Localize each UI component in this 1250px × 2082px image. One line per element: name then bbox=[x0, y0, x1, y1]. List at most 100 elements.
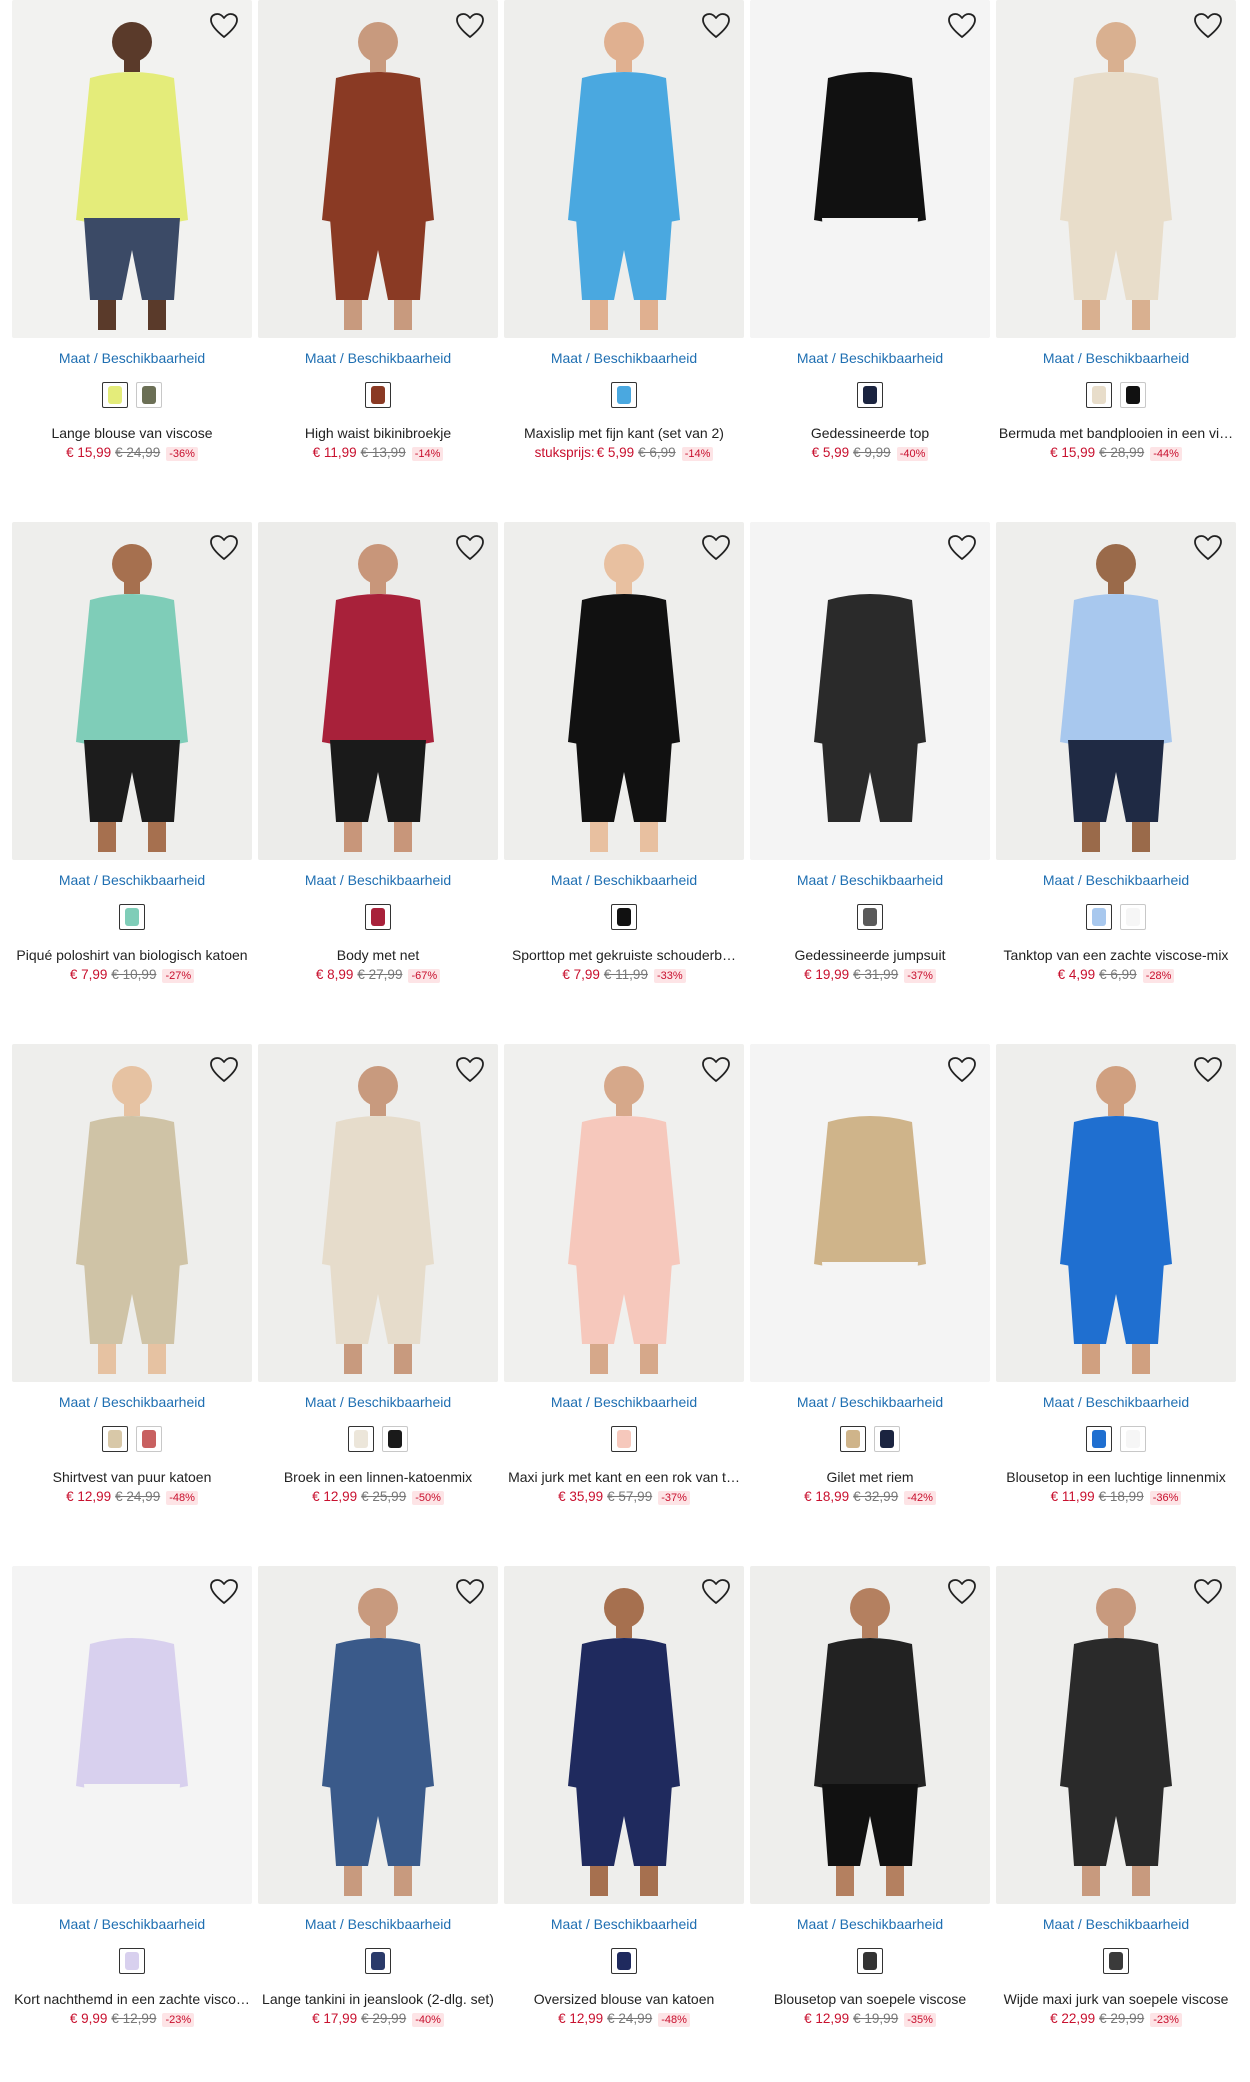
wishlist-heart-icon[interactable] bbox=[1192, 1054, 1224, 1086]
color-swatch[interactable] bbox=[1086, 1426, 1112, 1452]
color-swatch[interactable] bbox=[840, 1426, 866, 1452]
color-swatch[interactable] bbox=[1120, 904, 1146, 930]
color-swatch[interactable] bbox=[136, 382, 162, 408]
product-image-wrap[interactable] bbox=[996, 522, 1236, 860]
product-image-wrap[interactable] bbox=[12, 1566, 252, 1904]
wishlist-heart-icon[interactable] bbox=[1192, 10, 1224, 42]
product-image[interactable] bbox=[750, 0, 990, 338]
product-image[interactable] bbox=[996, 0, 1236, 338]
wishlist-heart-icon[interactable] bbox=[946, 1576, 978, 1608]
color-swatch[interactable] bbox=[1086, 382, 1112, 408]
product-image[interactable] bbox=[12, 0, 252, 338]
product-image-wrap[interactable] bbox=[12, 522, 252, 860]
product-title[interactable]: Blousetop in een luchtige linnenmix bbox=[996, 1469, 1236, 1485]
size-availability-link[interactable]: Maat / Beschikbaarheid bbox=[750, 1394, 990, 1410]
product-title[interactable]: Tanktop van een zachte viscose-mix bbox=[996, 947, 1236, 963]
size-availability-link[interactable]: Maat / Beschikbaarheid bbox=[258, 1394, 498, 1410]
size-availability-link[interactable]: Maat / Beschikbaarheid bbox=[258, 872, 498, 888]
product-image-wrap[interactable] bbox=[504, 522, 744, 860]
size-availability-link[interactable]: Maat / Beschikbaarheid bbox=[258, 350, 498, 366]
product-title[interactable]: Lange tankini in jeanslook (2-dlg. set) bbox=[258, 1991, 498, 2007]
product-image-wrap[interactable] bbox=[12, 1044, 252, 1382]
color-swatch[interactable] bbox=[1086, 904, 1112, 930]
product-title[interactable]: Bermuda met bandplooien in een vi… bbox=[996, 425, 1236, 441]
product-image-wrap[interactable] bbox=[504, 1566, 744, 1904]
product-title[interactable]: Sporttop met gekruiste schouderb… bbox=[504, 947, 744, 963]
color-swatch[interactable] bbox=[611, 382, 637, 408]
color-swatch[interactable] bbox=[382, 1426, 408, 1452]
size-availability-link[interactable]: Maat / Beschikbaarheid bbox=[258, 1916, 498, 1932]
product-image[interactable] bbox=[996, 522, 1236, 860]
wishlist-heart-icon[interactable] bbox=[700, 532, 732, 564]
product-title[interactable]: Lange blouse van viscose bbox=[12, 425, 252, 441]
product-title[interactable]: Gilet met riem bbox=[750, 1469, 990, 1485]
product-title[interactable]: Broek in een linnen-katoenmix bbox=[258, 1469, 498, 1485]
product-image[interactable] bbox=[750, 1566, 990, 1904]
product-image-wrap[interactable] bbox=[504, 0, 744, 338]
product-title[interactable]: Maxi jurk met kant en een rok van t… bbox=[504, 1469, 744, 1485]
product-image[interactable] bbox=[504, 522, 744, 860]
size-availability-link[interactable]: Maat / Beschikbaarheid bbox=[12, 1916, 252, 1932]
product-image[interactable] bbox=[12, 1566, 252, 1904]
product-title[interactable]: High waist bikinibroekje bbox=[258, 425, 498, 441]
size-availability-link[interactable]: Maat / Beschikbaarheid bbox=[750, 872, 990, 888]
wishlist-heart-icon[interactable] bbox=[700, 1576, 732, 1608]
wishlist-heart-icon[interactable] bbox=[454, 1054, 486, 1086]
color-swatch[interactable] bbox=[611, 904, 637, 930]
size-availability-link[interactable]: Maat / Beschikbaarheid bbox=[504, 1916, 744, 1932]
size-availability-link[interactable]: Maat / Beschikbaarheid bbox=[996, 872, 1236, 888]
color-swatch[interactable] bbox=[857, 904, 883, 930]
product-image[interactable] bbox=[258, 1044, 498, 1382]
product-image[interactable] bbox=[258, 1566, 498, 1904]
size-availability-link[interactable]: Maat / Beschikbaarheid bbox=[504, 1394, 744, 1410]
product-title[interactable]: Piqué poloshirt van biologisch katoen bbox=[12, 947, 252, 963]
color-swatch[interactable] bbox=[102, 382, 128, 408]
product-image[interactable] bbox=[996, 1566, 1236, 1904]
product-image-wrap[interactable] bbox=[750, 0, 990, 338]
color-swatch[interactable] bbox=[1120, 1426, 1146, 1452]
product-image[interactable] bbox=[12, 1044, 252, 1382]
product-title[interactable]: Kort nachthemd in een zachte visco… bbox=[12, 1991, 252, 2007]
product-image[interactable] bbox=[12, 522, 252, 860]
size-availability-link[interactable]: Maat / Beschikbaarheid bbox=[996, 1916, 1236, 1932]
product-image-wrap[interactable] bbox=[258, 0, 498, 338]
wishlist-heart-icon[interactable] bbox=[208, 532, 240, 564]
color-swatch[interactable] bbox=[1103, 1948, 1129, 1974]
product-image-wrap[interactable] bbox=[750, 1566, 990, 1904]
product-title[interactable]: Gedessineerde top bbox=[750, 425, 990, 441]
color-swatch[interactable] bbox=[611, 1948, 637, 1974]
color-swatch[interactable] bbox=[874, 1426, 900, 1452]
size-availability-link[interactable]: Maat / Beschikbaarheid bbox=[12, 350, 252, 366]
color-swatch[interactable] bbox=[365, 1948, 391, 1974]
product-image-wrap[interactable] bbox=[750, 522, 990, 860]
size-availability-link[interactable]: Maat / Beschikbaarheid bbox=[750, 1916, 990, 1932]
wishlist-heart-icon[interactable] bbox=[208, 1576, 240, 1608]
product-image[interactable] bbox=[750, 522, 990, 860]
wishlist-heart-icon[interactable] bbox=[1192, 1576, 1224, 1608]
product-image[interactable] bbox=[504, 0, 744, 338]
product-image-wrap[interactable] bbox=[750, 1044, 990, 1382]
color-swatch[interactable] bbox=[365, 382, 391, 408]
color-swatch[interactable] bbox=[348, 1426, 374, 1452]
color-swatch[interactable] bbox=[611, 1426, 637, 1452]
product-image-wrap[interactable] bbox=[996, 0, 1236, 338]
product-image-wrap[interactable] bbox=[996, 1566, 1236, 1904]
size-availability-link[interactable]: Maat / Beschikbaarheid bbox=[12, 1394, 252, 1410]
product-image[interactable] bbox=[258, 0, 498, 338]
wishlist-heart-icon[interactable] bbox=[700, 1054, 732, 1086]
product-title[interactable]: Shirtvest van puur katoen bbox=[12, 1469, 252, 1485]
product-title[interactable]: Blousetop van soepele viscose bbox=[750, 1991, 990, 2007]
wishlist-heart-icon[interactable] bbox=[454, 532, 486, 564]
product-title[interactable]: Oversized blouse van katoen bbox=[504, 1991, 744, 2007]
product-image-wrap[interactable] bbox=[258, 1566, 498, 1904]
wishlist-heart-icon[interactable] bbox=[946, 532, 978, 564]
color-swatch[interactable] bbox=[136, 1426, 162, 1452]
color-swatch[interactable] bbox=[857, 382, 883, 408]
wishlist-heart-icon[interactable] bbox=[208, 1054, 240, 1086]
product-image[interactable] bbox=[504, 1044, 744, 1382]
product-image-wrap[interactable] bbox=[12, 0, 252, 338]
color-swatch[interactable] bbox=[857, 1948, 883, 1974]
product-image-wrap[interactable] bbox=[258, 522, 498, 860]
size-availability-link[interactable]: Maat / Beschikbaarheid bbox=[996, 1394, 1236, 1410]
product-image[interactable] bbox=[258, 522, 498, 860]
